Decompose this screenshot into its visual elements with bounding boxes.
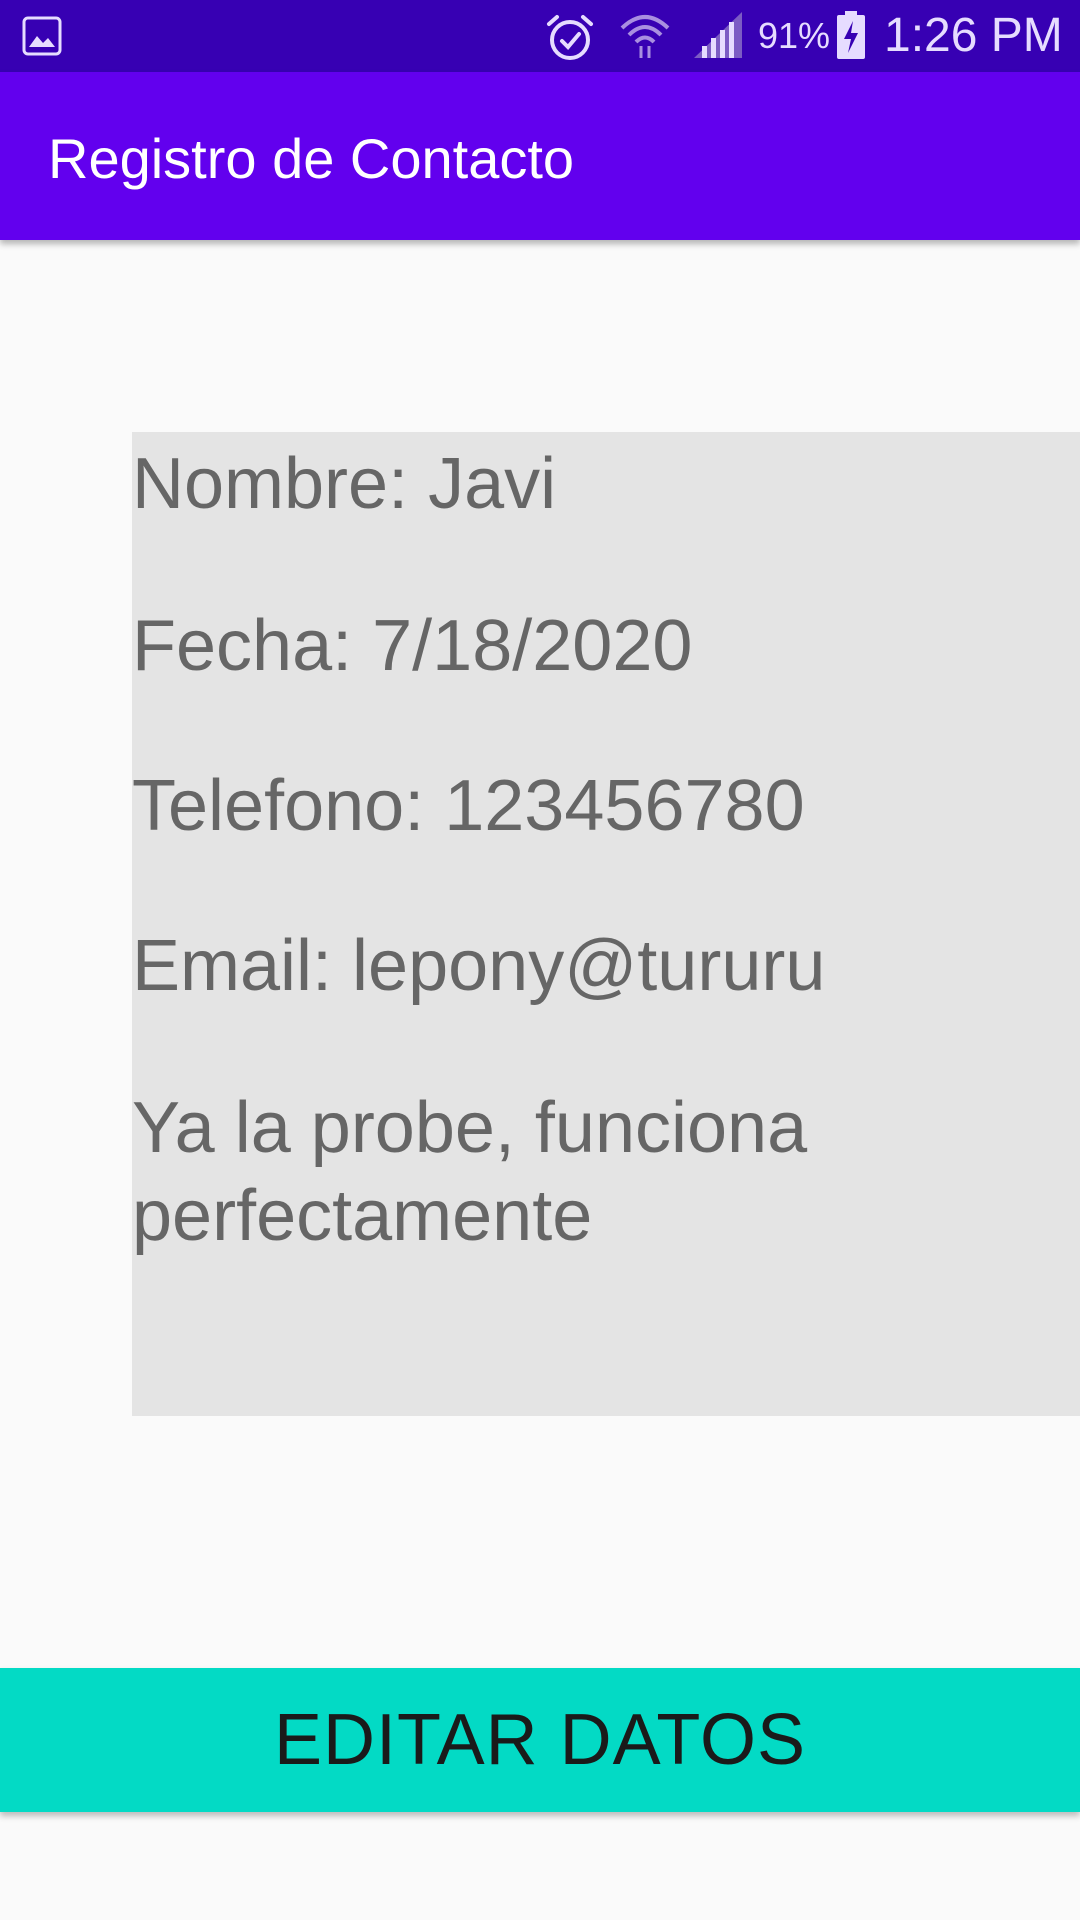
contact-details-card: Nombre: Javi Fecha: 7/18/2020 Telefono: …: [132, 432, 1080, 1416]
app-bar: Registro de Contacto: [0, 72, 1080, 240]
wifi-icon: [620, 15, 670, 58]
contact-date: Fecha: 7/18/2020: [132, 606, 693, 686]
alarm-icon: [547, 15, 593, 60]
status-clock: 1:26 PM: [884, 9, 1063, 62]
gallery-icon: [22, 16, 62, 56]
battery-charging-icon: [837, 11, 865, 59]
page-title: Registro de Contacto: [48, 127, 575, 190]
contact-description: Ya la probe, funciona perfectamente: [132, 1088, 808, 1256]
status-bar: 91% 1:26 PM: [0, 0, 1080, 72]
signal-icon: [694, 12, 742, 58]
battery-percent: 91%: [758, 15, 831, 56]
contact-name: Nombre: Javi: [132, 444, 557, 524]
contact-email: Email: lepony@tururu: [132, 926, 826, 1006]
contact-phone: Telefono: 123456780: [132, 766, 805, 846]
edit-data-button[interactable]: EDITAR DATOS: [0, 1668, 1080, 1812]
